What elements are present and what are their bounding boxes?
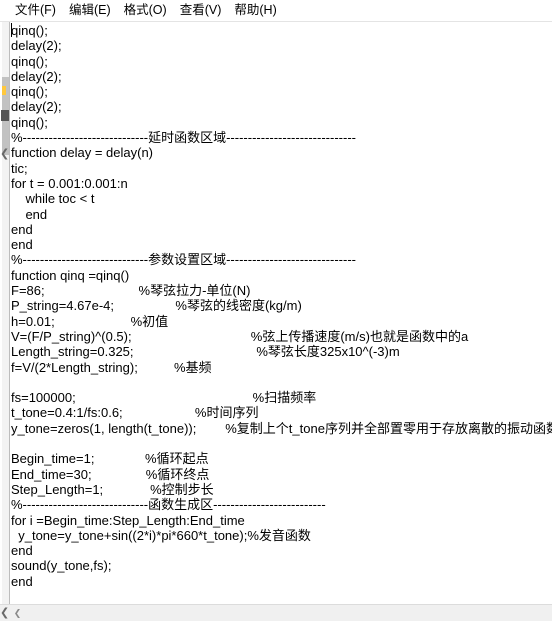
code-line: Step_Length=1; %控制步长 (11, 481, 214, 497)
code-line: tic; (11, 160, 28, 176)
code-line: y_tone=y_tone+sin((2*i)*pi*660*t_tone);%… (11, 527, 311, 543)
scrollbar-corner-icon: ❮ (0, 607, 10, 619)
code-line: Begin_time=1; %循环起点 (11, 451, 209, 467)
menu-format[interactable]: 格式(O) (118, 2, 173, 20)
code-text[interactable]: qinq(); delay(2); qinq(); delay(2); qinq(); d… (11, 22, 552, 604)
code-line: end (11, 573, 33, 589)
code-line: fs=100000; %扫描频率 (11, 390, 317, 406)
menu-file[interactable]: 文件(F) (9, 2, 62, 20)
menu-help[interactable]: 帮助(H) (228, 2, 282, 20)
editor-area[interactable]: ❮ qinq(); delay(2); qinq(); delay(2); qinq()… (0, 22, 552, 604)
menu-edit[interactable]: 编辑(E) (63, 2, 117, 20)
editor-left-rule (9, 22, 10, 604)
code-line: qinq(); (11, 23, 48, 38)
code-line: delay(2); (11, 99, 62, 115)
code-line: for i =Begin_time:Step_Length:End_time (11, 512, 245, 528)
text-caret (11, 23, 12, 37)
code-line: delay(2); (11, 68, 62, 84)
code-line: function qinq =qinq() (11, 267, 130, 283)
code-line: qinq(); (11, 53, 48, 69)
background-marker-yellow (2, 86, 6, 95)
code-line: %-----------------------------函数生成区-----… (11, 497, 326, 513)
chevron-left-icon: ❮ (0, 148, 9, 160)
code-line: end (11, 221, 33, 237)
background-window-strip: ❮ (0, 22, 9, 604)
code-line: qinq(); (11, 84, 48, 100)
code-line: delay(2); (11, 38, 62, 54)
code-line: Length_string=0.325; %琴弦长度325x10^(-3)m (11, 344, 400, 360)
code-line: P_string=4.67e-4; %琴弦的线密度(kg/m) (11, 298, 302, 314)
code-line: t_tone=0.4:1/fs:0.6; %时间序列 (11, 405, 259, 421)
code-line: %-----------------------------参数设置区域----… (11, 252, 356, 268)
code-line: h=0.01; %初值 (11, 313, 169, 329)
code-line: while toc < t (11, 191, 95, 207)
code-line: sound(y_tone,fs); (11, 558, 112, 574)
code-line: end (11, 206, 48, 222)
horizontal-scrollbar[interactable]: ❮ ❮ (0, 604, 552, 621)
code-line: for t = 0.001:0.001:n (11, 175, 128, 191)
background-marker-dark (1, 110, 9, 121)
menu-view[interactable]: 查看(V) (174, 2, 228, 20)
code-line: F=86; %琴弦拉力-单位(N) (11, 283, 251, 299)
code-line: qinq(); (11, 114, 48, 130)
horizontal-scrollbar-track[interactable] (26, 605, 552, 622)
notepad-window: 文件(F) 编辑(E) 格式(O) 查看(V) 帮助(H) ❮ qinq(); d… (0, 0, 552, 621)
code-line: function delay = delay(n) (11, 145, 154, 161)
code-line: %-----------------------------延时函数区域----… (11, 130, 356, 146)
code-line: V=(F/P_string)^(0.5); %弦上传播速度(m/s)也就是函数中… (11, 328, 469, 344)
code-line: End_time=30; %循环终点 (11, 466, 210, 482)
code-line: y_tone=zeros(1, length(t_tone)); %复制上个t_… (11, 420, 552, 436)
code-line: end (11, 237, 33, 253)
code-line: f=V/(2*Length_string); %基频 (11, 359, 212, 375)
code-line: end (11, 543, 33, 559)
menu-bar: 文件(F) 编辑(E) 格式(O) 查看(V) 帮助(H) (0, 0, 552, 22)
scroll-left-arrow-icon[interactable]: ❮ (9, 605, 26, 622)
